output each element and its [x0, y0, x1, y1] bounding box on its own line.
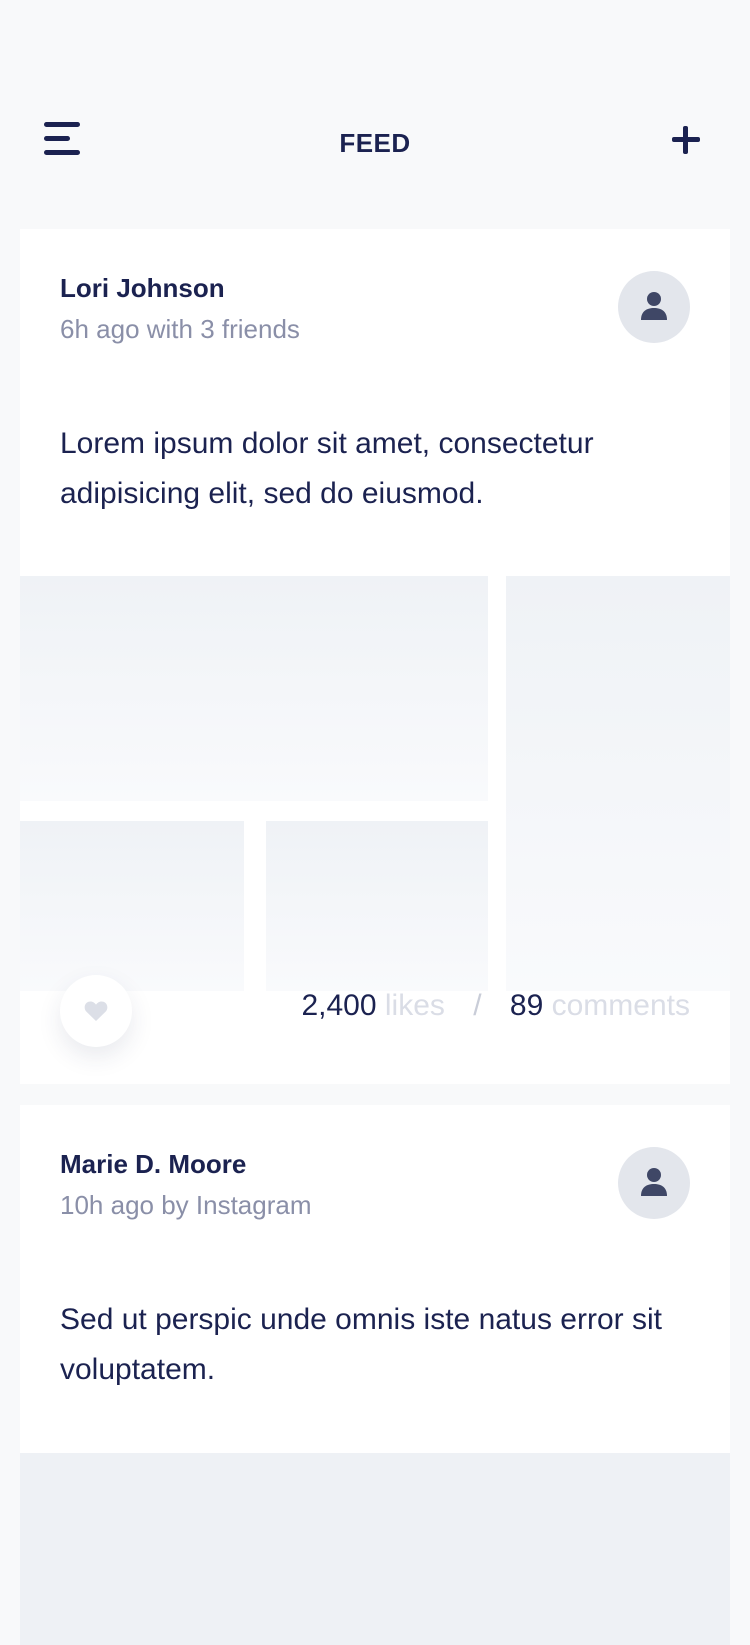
likes-label: likes [384, 989, 445, 1022]
post-meta: 6h ago with 3 friends [60, 314, 300, 344]
post-image[interactable] [20, 1453, 730, 1645]
post-card: Lori Johnson 6h ago with 3 friends Lorem… [20, 229, 730, 1084]
heart-icon [84, 1001, 108, 1021]
comments-count: 89 [509, 989, 544, 1022]
stats-separator: / [473, 989, 482, 1022]
post-author[interactable]: Lori Johnson [60, 273, 225, 304]
post-author[interactable]: Marie D. Moore [60, 1149, 246, 1180]
post-text: Lorem ipsum dolor sit amet, consectetur … [60, 427, 594, 510]
post-meta: 10h ago by Instagram [60, 1190, 312, 1220]
post-image-tall[interactable] [506, 576, 730, 991]
user-icon [641, 292, 667, 320]
avatar[interactable] [618, 271, 690, 343]
user-icon [641, 1168, 667, 1196]
post-image-small-left[interactable] [20, 821, 244, 991]
post-image-small-right[interactable] [266, 821, 488, 991]
like-button[interactable] [60, 975, 132, 1047]
avatar[interactable] [618, 1147, 690, 1219]
likes-count: 2,400 [301, 989, 377, 1022]
post-text: Sed ut perspic unde omnis iste natus err… [60, 1303, 662, 1386]
comments-label[interactable]: comments [552, 989, 690, 1022]
app-header: FEED [0, 0, 750, 220]
add-post-button[interactable] [670, 124, 702, 156]
page-title: FEED [339, 128, 411, 158]
post-stats: 2,400 likes / 89 comments [301, 989, 690, 1023]
post-card: Marie D. Moore 10h ago by Instagram Sed … [20, 1105, 730, 1645]
post-image-large[interactable] [20, 576, 488, 801]
